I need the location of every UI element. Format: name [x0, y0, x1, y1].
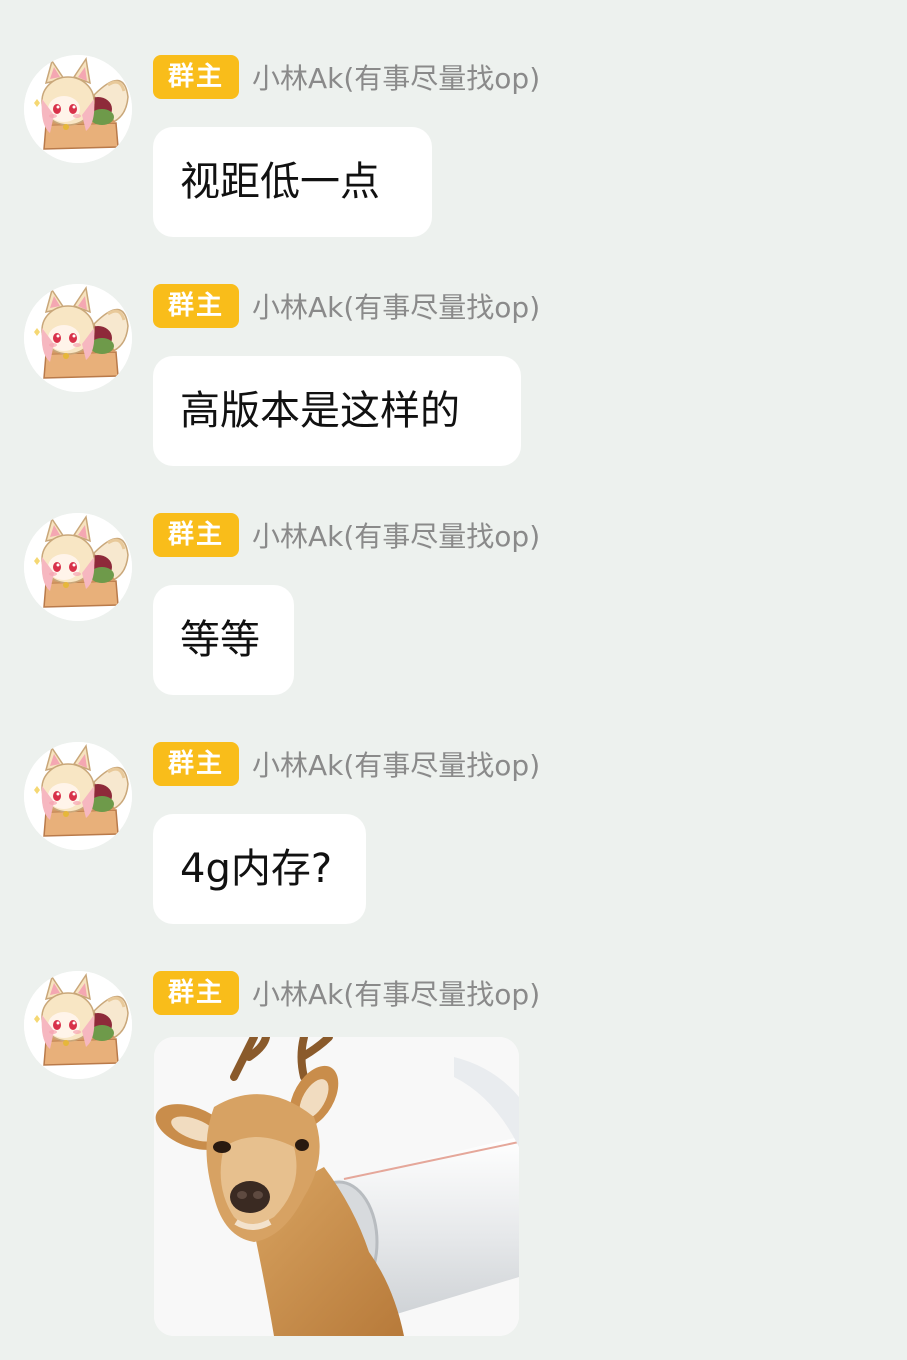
- avatar[interactable]: [24, 55, 132, 163]
- sender-name[interactable]: 小林Ak(有事尽量找op): [252, 971, 540, 1015]
- deer-through-pipe-icon: [154, 1037, 519, 1336]
- fox-girl-avatar-icon: [24, 971, 132, 1079]
- fox-girl-avatar-icon: [24, 513, 132, 621]
- message-bubble[interactable]: 高版本是这样的: [153, 356, 521, 466]
- sender-name[interactable]: 小林Ak(有事尽量找op): [252, 742, 540, 786]
- sender-name[interactable]: 小林Ak(有事尽量找op): [252, 55, 540, 99]
- avatar[interactable]: [24, 742, 132, 850]
- avatar[interactable]: [24, 513, 132, 621]
- avatar[interactable]: [24, 284, 132, 392]
- message-bubble[interactable]: 视距低一点: [153, 127, 432, 237]
- sender-name[interactable]: 小林Ak(有事尽量找op): [252, 513, 540, 557]
- message-bubble[interactable]: 4g内存?: [153, 814, 366, 924]
- group-owner-badge: 群主: [153, 742, 239, 786]
- avatar[interactable]: [24, 971, 132, 1079]
- fox-girl-avatar-icon: [24, 55, 132, 163]
- group-owner-badge: 群主: [153, 513, 239, 557]
- fox-girl-avatar-icon: [24, 284, 132, 392]
- group-owner-badge: 群主: [153, 55, 239, 99]
- sticker-image[interactable]: [154, 1037, 519, 1336]
- group-owner-badge: 群主: [153, 284, 239, 328]
- message-bubble[interactable]: 等等: [153, 585, 294, 695]
- sender-name[interactable]: 小林Ak(有事尽量找op): [252, 284, 540, 328]
- fox-girl-avatar-icon: [24, 742, 132, 850]
- group-owner-badge: 群主: [153, 971, 239, 1015]
